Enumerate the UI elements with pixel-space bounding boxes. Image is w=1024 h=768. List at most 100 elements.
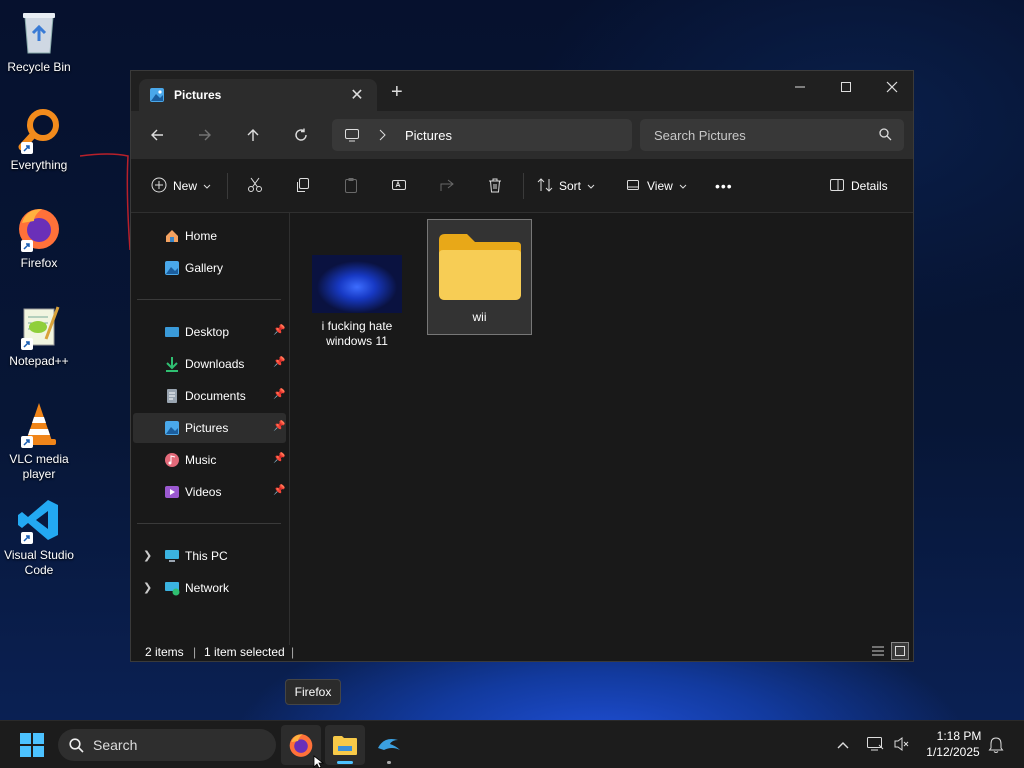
video-icon [164, 484, 180, 500]
details-pane-icon [829, 177, 845, 196]
desktop-icon-label: Visual Studio Code [4, 548, 74, 577]
shortcut-arrow-icon [21, 532, 33, 544]
command-bar: New Sort View ••• Details [131, 159, 913, 213]
clock-time[interactable]: 1:18 PM [924, 729, 994, 743]
sidebar-item-documents[interactable]: Documents 📌 [133, 381, 286, 411]
close-button[interactable] [869, 71, 915, 103]
everything-search-icon [15, 106, 63, 154]
file-item-folder[interactable]: wii [427, 219, 532, 335]
new-button[interactable]: New [151, 171, 211, 201]
delete-button[interactable] [487, 171, 503, 201]
cut-button[interactable] [247, 171, 263, 201]
pin-icon: 📌 [273, 485, 286, 496]
document-icon [164, 388, 180, 404]
details-label: Details [851, 179, 888, 193]
sidebar-item-label: This PC [185, 549, 228, 563]
taskbar-dolphin[interactable] [369, 725, 409, 765]
mouse-cursor-icon [313, 755, 325, 768]
volume-muted-icon[interactable] [893, 735, 911, 758]
maximize-button[interactable] [823, 71, 869, 103]
red-annotation-line [80, 153, 131, 251]
file-explorer-window: Pictures ✕ + Pictures Search Pictures Ne… [130, 70, 914, 662]
sidebar-item-desktop[interactable]: Desktop 📌 [133, 317, 286, 347]
file-item-image[interactable]: i fucking hate windows 11 [308, 255, 406, 351]
tab-close-icon[interactable]: ✕ [347, 85, 367, 105]
file-list: i fucking hate windows 11 wii [290, 213, 913, 645]
search-input[interactable]: Search Pictures [640, 119, 904, 151]
recycle-bin-icon [15, 8, 63, 56]
navigation-bar: Pictures Search Pictures [131, 111, 913, 159]
sidebar-item-music[interactable]: Music 📌 [133, 445, 286, 475]
sidebar-item-network[interactable]: ❯ Network [133, 573, 286, 603]
copy-button[interactable] [295, 171, 311, 201]
sort-button[interactable]: Sort [537, 171, 595, 201]
paste-button[interactable] [343, 171, 359, 201]
notification-bell-icon[interactable] [988, 736, 1004, 759]
desktop-icon-firefox[interactable]: Firefox [0, 204, 78, 271]
sidebar-item-pictures[interactable]: Pictures 📌 [133, 413, 286, 443]
sidebar-item-downloads[interactable]: Downloads 📌 [133, 349, 286, 379]
up-arrow-icon[interactable] [241, 123, 265, 147]
sidebar-item-gallery[interactable]: Gallery [133, 253, 286, 283]
sidebar-item-this-pc[interactable]: ❯ This PC [133, 541, 286, 571]
sidebar-item-label: Documents [185, 389, 246, 403]
sidebar-item-label: Downloads [185, 357, 245, 371]
new-label: New [173, 179, 198, 193]
start-button[interactable] [20, 733, 44, 757]
refresh-icon[interactable] [289, 123, 313, 147]
taskbar-file-explorer[interactable] [325, 725, 365, 765]
view-button[interactable]: View [625, 171, 687, 201]
pin-icon: 📌 [273, 389, 286, 400]
music-icon [164, 452, 180, 468]
sidebar-item-videos[interactable]: Videos 📌 [133, 477, 286, 507]
breadcrumb-pictures[interactable]: Pictures [405, 128, 452, 143]
clock-date[interactable]: 1/12/2025 [918, 745, 988, 759]
status-bar: 2 items | 1 item selected | [131, 642, 913, 661]
desktop-icon-everything[interactable]: Everything [0, 106, 78, 173]
minimize-button[interactable] [777, 71, 823, 103]
vscode-icon [15, 496, 63, 544]
forward-arrow-icon[interactable] [193, 123, 217, 147]
rename-button[interactable] [391, 171, 407, 201]
address-bar[interactable]: Pictures [332, 119, 632, 151]
desktop-icon-label: Notepad++ [9, 354, 69, 368]
sidebar-item-home[interactable]: Home [133, 221, 286, 251]
pictures-icon [164, 420, 180, 436]
new-tab-button[interactable]: + [391, 82, 403, 102]
rename-icon [391, 177, 407, 196]
windows-logo-icon [20, 733, 44, 757]
sidebar-item-label: Music [185, 453, 217, 467]
image-thumbnail [312, 255, 402, 313]
sidebar-divider [137, 299, 281, 300]
tab-pictures[interactable]: Pictures ✕ [139, 79, 377, 111]
desktop-icon-vscode[interactable]: Visual Studio Code [0, 496, 78, 578]
chevron-up-icon[interactable] [836, 737, 850, 755]
sidebar-item-label: Desktop [185, 325, 230, 339]
status-divider: | [291, 645, 295, 659]
monitor-icon [344, 127, 360, 148]
search-placeholder: Search Pictures [654, 128, 746, 143]
download-icon [164, 356, 180, 372]
details-view-icon[interactable] [869, 642, 887, 660]
vlc-cone-icon [15, 400, 63, 448]
desktop-icon-vlc[interactable]: VLC media player [0, 400, 78, 482]
back-arrow-icon[interactable] [145, 123, 169, 147]
details-pane-button[interactable]: Details [829, 171, 888, 201]
chevron-down-icon [203, 179, 211, 193]
sidebar-item-label: Network [185, 581, 230, 595]
firefox-icon [289, 734, 313, 757]
more-options-button[interactable]: ••• [715, 171, 733, 201]
share-button[interactable] [439, 171, 455, 201]
navigation-pane: Home Gallery Desktop 📌 Downloads 📌 Docum… [131, 213, 290, 645]
desktop-icon-notepad-plus-plus[interactable]: Notepad++ [0, 302, 78, 369]
network-icon [164, 580, 180, 596]
taskbar-search[interactable]: Search [58, 729, 276, 761]
network-status-icon[interactable] [866, 735, 884, 758]
chevron-down-icon [679, 179, 687, 193]
active-indicator [337, 761, 353, 764]
item-count: 2 items [145, 645, 184, 659]
desktop-icon-recycle-bin[interactable]: Recycle Bin [0, 8, 78, 75]
taskbar-search-placeholder: Search [93, 737, 138, 753]
toolbar-divider [523, 173, 524, 199]
large-icons-view-icon[interactable] [891, 642, 909, 660]
